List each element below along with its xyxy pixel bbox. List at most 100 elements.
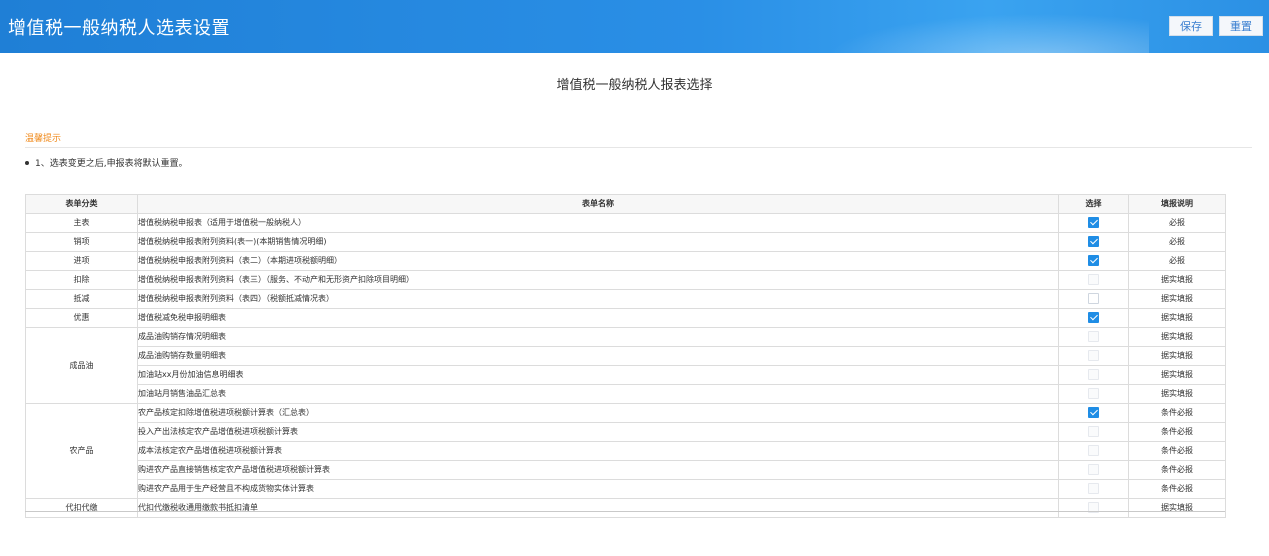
row-fill-note: 据实填报 bbox=[1128, 346, 1226, 366]
row-fill-note: 据实填报 bbox=[1128, 289, 1226, 309]
row-fill-note: 必报 bbox=[1128, 251, 1226, 271]
row-fill-note: 条件必报 bbox=[1128, 441, 1226, 461]
row-form-name: 增值税减免税申报明细表 bbox=[137, 308, 1059, 328]
checkbox-checked-icon[interactable] bbox=[1088, 236, 1099, 247]
row-select-cell bbox=[1058, 460, 1129, 480]
column-header-category: 表单分类 bbox=[25, 194, 138, 214]
row-category: 销项 bbox=[25, 232, 138, 252]
row-form-name: 增值税纳税申报表附列资料（表三）（服务、不动产和无形资产扣除项目明细） bbox=[137, 270, 1059, 290]
page-title: 增值税一般纳税人报表选择 bbox=[556, 78, 713, 93]
row-form-name: 加油站月销售油品汇总表 bbox=[137, 384, 1059, 404]
table-row: 加油站xx月份加油信息明细表 据实填报 bbox=[26, 365, 1226, 385]
row-fill-note: 条件必报 bbox=[1128, 403, 1226, 423]
column-header-select: 选择 bbox=[1058, 194, 1129, 214]
checkbox-unchecked-icon bbox=[1088, 426, 1099, 437]
row-select-cell bbox=[1058, 289, 1129, 309]
table-row: 代扣代缴 代扣代缴税收通用缴款书抵扣清单 据实填报 bbox=[25, 498, 1226, 518]
row-fill-note: 据实填报 bbox=[1128, 327, 1226, 347]
row-form-name: 成品油购销存数量明细表 bbox=[137, 346, 1059, 366]
row-form-name: 增值税纳税申报表附列资料（表二）（本期进项税额明细） bbox=[137, 251, 1059, 271]
row-form-name: 代扣代缴税收通用缴款书抵扣清单 bbox=[137, 498, 1059, 518]
row-form-name: 增值税纳税申报表附列资料(表一)(本期销售情况明细) bbox=[137, 232, 1059, 252]
table-row: 成本法核定农产品增值税进项税额计算表 条件必报 bbox=[26, 441, 1226, 461]
row-form-name: 成品油购销存情况明细表 bbox=[137, 327, 1059, 347]
checkbox-unchecked-icon bbox=[1088, 464, 1099, 475]
row-select-cell bbox=[1058, 346, 1129, 366]
table-row: 购进农产品用于生产经营且不构成货物实体计算表 条件必报 bbox=[26, 479, 1226, 499]
row-fill-note: 条件必报 bbox=[1128, 422, 1226, 442]
row-category: 成品油 bbox=[25, 327, 138, 404]
app-title: 增值税一般纳税人选表设置 bbox=[8, 18, 230, 39]
tips-item: 1、选表变更之后,申报表将默认重置。 bbox=[25, 156, 188, 169]
row-select-cell bbox=[1058, 479, 1129, 499]
row-category: 主表 bbox=[25, 213, 138, 233]
checkbox-unchecked-icon bbox=[1088, 388, 1099, 399]
row-form-name: 增值税纳税申报表（适用于增值税一般纳税人） bbox=[137, 213, 1059, 233]
table-bottom-border bbox=[25, 511, 1225, 512]
row-fill-note: 条件必报 bbox=[1128, 479, 1226, 499]
checkbox-unchecked-icon[interactable] bbox=[1088, 293, 1099, 304]
row-form-name: 投入产出法核定农产品增值税进项税额计算表 bbox=[137, 422, 1059, 442]
table-row: 投入产出法核定农产品增值税进项税额计算表 条件必报 bbox=[26, 422, 1226, 442]
row-select-cell bbox=[1058, 308, 1129, 328]
row-category: 进项 bbox=[25, 251, 138, 271]
row-select-cell bbox=[1058, 270, 1129, 290]
table-row: 扣除 增值税纳税申报表附列资料（表三）（服务、不动产和无形资产扣除项目明细） 据实填… bbox=[25, 270, 1226, 290]
table-row: 优惠 增值税减免税申报明细表 据实填报 bbox=[25, 308, 1226, 328]
row-select-cell bbox=[1058, 251, 1129, 271]
tips-item-text: 1、选表变更之后,申报表将默认重置。 bbox=[35, 159, 188, 169]
table-row: 加油站月销售油品汇总表 据实填报 bbox=[26, 384, 1226, 404]
checkbox-checked-icon[interactable] bbox=[1088, 217, 1099, 228]
tips-divider bbox=[25, 147, 1252, 148]
tips-title: 温馨提示 bbox=[25, 134, 62, 144]
table-row: 主表 增值税纳税申报表（适用于增值税一般纳税人） 必报 bbox=[25, 213, 1226, 233]
row-form-name: 购进农产品直接销售核定农产品增值税进项税额计算表 bbox=[137, 460, 1059, 480]
row-select-cell bbox=[1058, 213, 1129, 233]
table-row: 抵减 增值税纳税申报表附列资料（表四）（税额抵减情况表） 据实填报 bbox=[25, 289, 1226, 309]
checkbox-checked-icon[interactable] bbox=[1088, 407, 1099, 418]
row-fill-note: 据实填报 bbox=[1128, 270, 1226, 290]
row-form-name: 成本法核定农产品增值税进项税额计算表 bbox=[137, 441, 1059, 461]
row-form-name: 增值税纳税申报表附列资料（表四）（税额抵减情况表） bbox=[137, 289, 1059, 309]
save-button[interactable]: 保存 bbox=[1169, 16, 1213, 36]
row-category: 农产品 bbox=[25, 403, 138, 499]
table-row: 销项 增值税纳税申报表附列资料(表一)(本期销售情况明细) 必报 bbox=[25, 232, 1226, 252]
row-category: 抵减 bbox=[25, 289, 138, 309]
checkbox-unchecked-icon bbox=[1088, 369, 1099, 380]
row-form-name: 农产品核定扣除增值税进项税额计算表（汇总表） bbox=[137, 403, 1059, 423]
checkbox-unchecked-icon bbox=[1088, 483, 1099, 494]
column-header-note: 填报说明 bbox=[1128, 194, 1226, 214]
table-row: 购进农产品直接销售核定农产品增值税进项税额计算表 条件必报 bbox=[26, 460, 1226, 480]
table-row: 成品油购销存数量明细表 据实填报 bbox=[26, 346, 1226, 366]
checkbox-checked-icon[interactable] bbox=[1088, 255, 1099, 266]
table-row: 农产品 农产品核定扣除增值税进项税额计算表（汇总表） 条件必报 bbox=[25, 403, 1226, 499]
row-fill-note: 据实填报 bbox=[1128, 308, 1226, 328]
bullet-icon bbox=[25, 160, 29, 165]
row-select-cell bbox=[1058, 422, 1129, 442]
row-select-cell bbox=[1058, 403, 1129, 423]
checkbox-checked-icon[interactable] bbox=[1088, 312, 1099, 323]
row-select-cell bbox=[1058, 498, 1129, 518]
row-select-cell bbox=[1058, 365, 1129, 385]
row-fill-note: 条件必报 bbox=[1128, 460, 1226, 480]
column-header-name: 表单名称 bbox=[137, 194, 1059, 214]
top-header: 增值税一般纳税人选表设置 保存 重置 bbox=[0, 0, 1269, 53]
checkbox-unchecked-icon bbox=[1088, 331, 1099, 342]
row-form-name: 加油站xx月份加油信息明细表 bbox=[137, 365, 1059, 385]
table-body: 主表 增值税纳税申报表（适用于增值税一般纳税人） 必报 销项 增值税纳税申报表附列资料(… bbox=[25, 213, 1226, 518]
table-row: 进项 增值税纳税申报表附列资料（表二）（本期进项税额明细） 必报 bbox=[25, 251, 1226, 271]
row-fill-note: 据实填报 bbox=[1128, 365, 1226, 385]
header-decoration bbox=[789, 6, 1149, 53]
report-selection-table: 表单分类 表单名称 选择 填报说明 主表 增值税纳税申报表（适用于增值税一般纳税人… bbox=[25, 194, 1226, 518]
row-fill-note: 据实填报 bbox=[1128, 498, 1226, 518]
row-select-cell bbox=[1058, 441, 1129, 461]
row-fill-note: 必报 bbox=[1128, 232, 1226, 252]
row-select-cell bbox=[1058, 327, 1129, 347]
row-select-cell bbox=[1058, 232, 1129, 252]
row-category: 代扣代缴 bbox=[25, 498, 138, 518]
reset-button[interactable]: 重置 bbox=[1219, 16, 1263, 36]
table-row: 成品油 成品油购销存情况明细表 据实填报 bbox=[25, 327, 1226, 404]
checkbox-unchecked-icon bbox=[1088, 445, 1099, 456]
row-category: 扣除 bbox=[25, 270, 138, 290]
row-select-cell bbox=[1058, 384, 1129, 404]
